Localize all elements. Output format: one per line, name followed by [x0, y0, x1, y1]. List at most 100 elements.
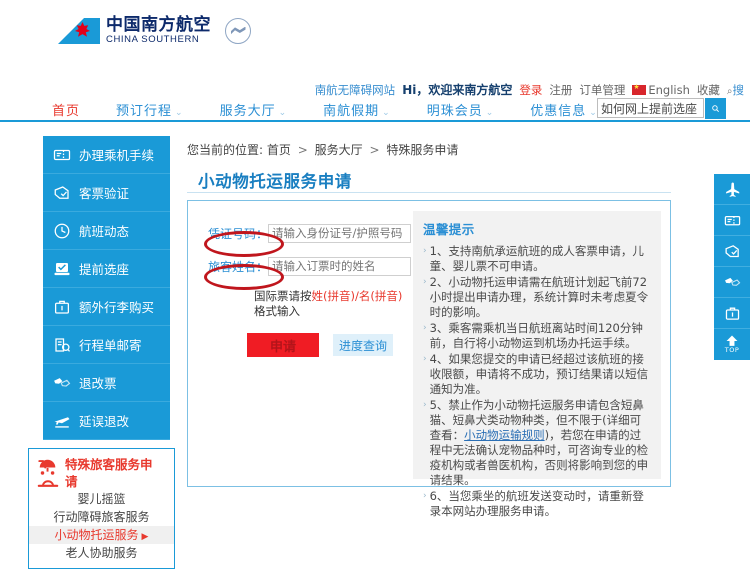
- submenu-label: 小动物托运服务: [54, 528, 139, 542]
- accessible-site-link[interactable]: 南航无障碍网站: [315, 82, 396, 98]
- utility-links: 南航无障碍网站 Hi，欢迎来南方航空 登录 注册 订单管理 English 收藏…: [315, 81, 744, 98]
- sidebar-item-ticket-verify[interactable]: 客票验证: [43, 174, 170, 212]
- tip-text: 3、乘客需乘机当日航班离站时间120分钟前，自行将小动物运到机场办托运手续。: [429, 321, 643, 350]
- submenu-item-elderly-assistance[interactable]: 老人协助服务: [29, 544, 174, 562]
- nav-label: 服务大厅: [219, 104, 276, 119]
- sidebar-item-flight-status[interactable]: 航班动态: [43, 212, 170, 250]
- clock-icon: [54, 223, 70, 238]
- submenu-item-mobility-service[interactable]: 行动障碍旅客服务: [29, 508, 174, 526]
- stroller-icon: [37, 459, 59, 487]
- form-actions: 申请 进度查询: [247, 333, 393, 357]
- nav-item-holiday[interactable]: 南航假期 ⌄: [323, 100, 391, 119]
- nav-label: 南航假期: [323, 104, 380, 119]
- search-link-text[interactable]: 搜: [733, 83, 745, 97]
- float-item-airplane[interactable]: [714, 174, 750, 205]
- search-input[interactable]: [597, 98, 704, 118]
- chevron-down-icon: ⌄: [278, 108, 288, 118]
- float-item-refund-ticket[interactable]: [714, 267, 750, 298]
- hint-suffix: 格式输入: [254, 304, 300, 318]
- nav-item-home[interactable]: 首页: [52, 100, 80, 119]
- float-item-boarding-pass[interactable]: [714, 205, 750, 236]
- refund-ticket-icon: [54, 377, 71, 387]
- orders-link[interactable]: 订单管理: [579, 82, 625, 98]
- tip-item: › 1、支持南航承运航班的成人客票申请，儿童、婴儿票不可申请。: [423, 244, 652, 274]
- float-item-ticket-verify[interactable]: [714, 236, 750, 267]
- sidebar-item-seat-selection[interactable]: 提前选座: [43, 250, 170, 288]
- logo-name-cn: 中国南方航空: [106, 14, 211, 35]
- tip-text: 4、如果您提交的申请已经超过该航班的接收限额，申请将不成功，预订结果请以短信通知…: [429, 352, 649, 396]
- site-logo[interactable]: 中国南方航空 CHINA SOUTHERN: [58, 16, 251, 46]
- tip-text: 2、小动物托运申请需在航班计划起飞前72小时提出申请办理，系统计算时未考虑夏令时…: [429, 275, 649, 319]
- sidebar-item-delay-change[interactable]: 延误退改: [43, 402, 170, 440]
- breadcrumb-item-home[interactable]: 首页: [267, 143, 291, 157]
- tail-logo-icon: [58, 16, 100, 46]
- hint-highlight: 姓(拼音)/名(拼音): [311, 289, 403, 303]
- bullet-icon: ›: [423, 354, 427, 364]
- title-divider: [187, 192, 671, 193]
- bullet-icon: ›: [423, 277, 427, 287]
- nav-item-member[interactable]: 明珠会员 ⌄: [427, 100, 495, 119]
- skyteam-logo-icon: [225, 18, 251, 44]
- favorite-link[interactable]: 收藏: [697, 82, 720, 98]
- refund-ticket-icon: [724, 277, 740, 286]
- sidebar-item-label: 提前选座: [79, 262, 130, 277]
- nav-item-service-hall[interactable]: 服务大厅 ⌄: [220, 100, 288, 119]
- chevron-down-icon: ⌄: [175, 108, 184, 118]
- nav-label: 明珠会员: [426, 104, 483, 119]
- sidebar-item-label: 航班动态: [79, 224, 130, 239]
- search-button[interactable]: [705, 98, 726, 119]
- breadcrumb-item-service-hall[interactable]: 服务大厅: [315, 143, 363, 157]
- register-link[interactable]: 注册: [549, 82, 572, 98]
- tip-text: 6、当您乘坐的航班发送变动时，请重新登录本网站办理服务申请。: [429, 489, 644, 518]
- float-toolbar: TOP: [714, 174, 750, 360]
- bullet-icon: ›: [423, 323, 427, 333]
- tip-text-with-link: 5、禁止作为小动物托运服务申请包含短鼻猫、短鼻犬类动物种类，但不限于(详细可查看…: [430, 398, 652, 488]
- breadcrumb-separator: >: [297, 143, 308, 157]
- language-link[interactable]: English: [648, 83, 690, 97]
- float-item-back-to-top[interactable]: TOP: [714, 329, 750, 360]
- boarding-pass-icon: [724, 215, 740, 225]
- cert-number-input[interactable]: [268, 223, 411, 243]
- special-panel-title: 特殊旅客服务申请: [65, 457, 153, 489]
- seat-select-icon: [54, 262, 70, 275]
- sidebar-item-label: 延误退改: [79, 414, 130, 429]
- page-root: 中国南方航空 CHINA SOUTHERN 南航无障碍网站 Hi，欢迎来南方航空…: [0, 0, 750, 579]
- sidebar-item-itinerary-mail[interactable]: 行程单邮寄: [43, 326, 170, 364]
- china-flag-icon: [632, 82, 647, 95]
- ticket-verify-icon: [54, 185, 69, 199]
- login-link[interactable]: 登录: [519, 82, 542, 98]
- nav-label: 优惠信息: [530, 104, 587, 119]
- progress-query-button[interactable]: 进度查询: [333, 334, 393, 356]
- search-shortcut[interactable]: ⌕搜: [727, 82, 744, 98]
- logo-wordmark: 中国南方航空 CHINA SOUTHERN: [106, 14, 211, 46]
- submenu-item-pet-transport[interactable]: 小动物托运服务 ▶: [29, 526, 174, 544]
- greeting-text: Hi，欢迎来南方航空: [402, 83, 513, 97]
- tip-item: › 2、小动物托运申请需在航班计划起飞前72小时提出申请办理，系统计算时未考虑夏…: [423, 275, 652, 320]
- passenger-name-input[interactable]: [268, 256, 411, 276]
- nav-item-promotions[interactable]: 优惠信息 ⌄: [530, 100, 598, 119]
- special-panel-header[interactable]: 特殊旅客服务申请: [29, 454, 174, 490]
- submenu-item-infant-bassinet[interactable]: 婴儿摇篮: [29, 490, 174, 508]
- tip-item: › 6、当您乘坐的航班发送变动时，请重新登录本网站办理服务申请。: [423, 489, 652, 519]
- itinerary-mail-icon: [55, 337, 70, 352]
- delay-change-icon: [54, 416, 70, 428]
- bullet-icon: ›: [423, 246, 427, 256]
- name-format-hint: 国际票请按姓(拼音)/名(拼音) 格式输入: [254, 289, 419, 319]
- ticket-verify-icon: [724, 244, 739, 257]
- logo-name-en: CHINA SOUTHERN: [106, 34, 200, 46]
- sidebar-item-label: 额外行李购买: [79, 300, 155, 315]
- pet-transport-rules-link[interactable]: 小动物运输规则: [464, 428, 545, 442]
- submenu-label: 婴儿摇篮: [77, 492, 126, 506]
- float-item-luggage[interactable]: [714, 298, 750, 329]
- apply-button[interactable]: 申请: [247, 333, 319, 357]
- cert-number-row: 凭证号码：: [202, 223, 412, 243]
- luggage-icon: [54, 300, 70, 314]
- language-switch[interactable]: English: [632, 82, 690, 97]
- sidebar-item-refund-change[interactable]: 退改票: [43, 364, 170, 402]
- nav-label: 首页: [52, 104, 81, 119]
- sidebar-item-check-in[interactable]: 办理乘机手续: [43, 136, 170, 174]
- nav-item-booking[interactable]: 预订行程 ⌄: [116, 100, 184, 119]
- submenu-label: 行动障碍旅客服务: [53, 510, 150, 524]
- sidebar-item-extra-baggage[interactable]: 额外行李购买: [43, 288, 170, 326]
- tip-item: › 4、如果您提交的申请已经超过该航班的接收限额，申请将不成功，预订结果请以短信…: [423, 352, 652, 397]
